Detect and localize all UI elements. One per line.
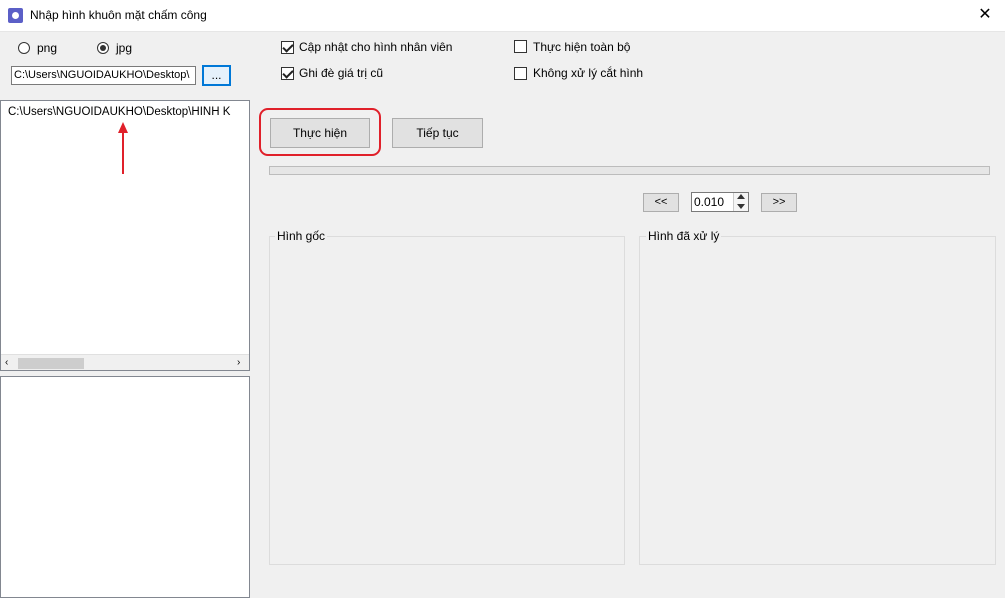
scrollbar-thumb[interactable] [18, 358, 84, 369]
scroll-right-icon[interactable]: › [237, 357, 240, 368]
run-all-label: Thực hiện toàn bộ [533, 40, 631, 54]
window-title: Nhập hình khuôn mặt chấm công [30, 8, 207, 22]
no-crop-label: Không xử lý cắt hình [533, 66, 644, 80]
run-button[interactable]: Thực hiện [270, 118, 370, 148]
png-radio[interactable] [18, 42, 30, 54]
update-photo-label: Cập nhật cho hình nhân viên [299, 40, 453, 54]
original-image-title: Hình gốc [275, 229, 328, 243]
threshold-spinbox[interactable]: 0.010 [691, 192, 749, 212]
annotation-arrow [118, 122, 128, 174]
title-bar: Nhập hình khuôn mặt chấm công ✕ [0, 0, 1005, 32]
overwrite-label: Ghi đè giá trị cũ [299, 66, 384, 80]
processed-image-group [639, 236, 996, 565]
prev-button[interactable]: << [643, 193, 679, 212]
processed-image-title: Hình đã xử lý [646, 229, 722, 243]
run-all-checkbox[interactable] [514, 40, 527, 53]
path-input[interactable]: C:\Users\NGUOIDAUKHO\Desktop\ [11, 66, 196, 85]
horizontal-scrollbar[interactable]: ‹ › [1, 354, 249, 370]
update-photo-checkbox[interactable] [281, 41, 294, 54]
spin-down-icon[interactable] [737, 204, 745, 209]
spin-buttons[interactable] [733, 193, 748, 211]
jpg-label: jpg [116, 41, 133, 55]
close-icon[interactable]: ✕ [973, 4, 997, 26]
scroll-left-icon[interactable]: ‹ [5, 357, 8, 368]
app-icon [8, 8, 23, 23]
png-label: png [37, 41, 58, 55]
result-list[interactable] [0, 376, 250, 598]
progress-bar [269, 166, 990, 175]
original-image-group [269, 236, 625, 565]
jpg-radio[interactable] [97, 42, 109, 54]
overwrite-checkbox[interactable] [281, 67, 294, 80]
file-list-item[interactable]: C:\Users\NGUOIDAUKHO\Desktop\HINH K [8, 106, 230, 118]
browse-button[interactable]: ... [202, 65, 231, 86]
continue-button[interactable]: Tiếp tục [392, 118, 483, 148]
no-crop-checkbox[interactable] [514, 67, 527, 80]
spin-up-icon[interactable] [737, 194, 745, 199]
threshold-value[interactable]: 0.010 [694, 195, 724, 209]
next-button[interactable]: >> [761, 193, 797, 212]
